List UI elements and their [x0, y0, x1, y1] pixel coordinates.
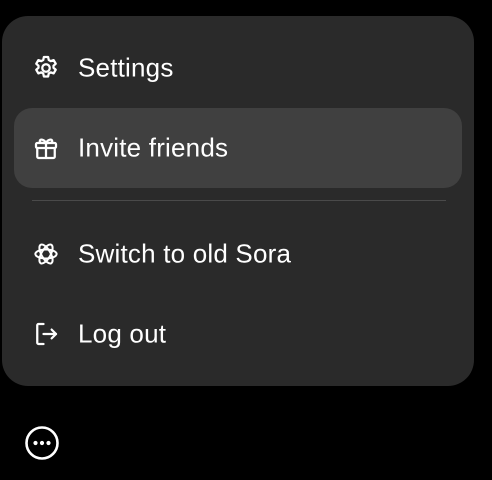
- log-out-icon: [30, 318, 62, 350]
- gear-icon: [30, 52, 62, 84]
- menu-item-label: Log out: [78, 318, 167, 349]
- menu-divider: [32, 200, 446, 201]
- menu-item-label: Settings: [78, 52, 174, 83]
- menu-item-label: Invite friends: [78, 132, 229, 163]
- popup-menu: Settings Invite friends Switch to old So…: [2, 16, 474, 386]
- gift-icon: [30, 132, 62, 164]
- menu-item-invite-friends[interactable]: Invite friends: [14, 108, 462, 188]
- more-horizontal-circle-icon: [24, 425, 60, 461]
- menu-item-switch-to-old-sora[interactable]: Switch to old Sora: [14, 214, 462, 294]
- menu-item-label: Switch to old Sora: [78, 238, 292, 269]
- menu-item-settings[interactable]: Settings: [14, 28, 462, 108]
- openai-logo-icon: [30, 238, 62, 270]
- more-options-button[interactable]: [23, 424, 61, 462]
- menu-item-log-out[interactable]: Log out: [14, 294, 462, 374]
